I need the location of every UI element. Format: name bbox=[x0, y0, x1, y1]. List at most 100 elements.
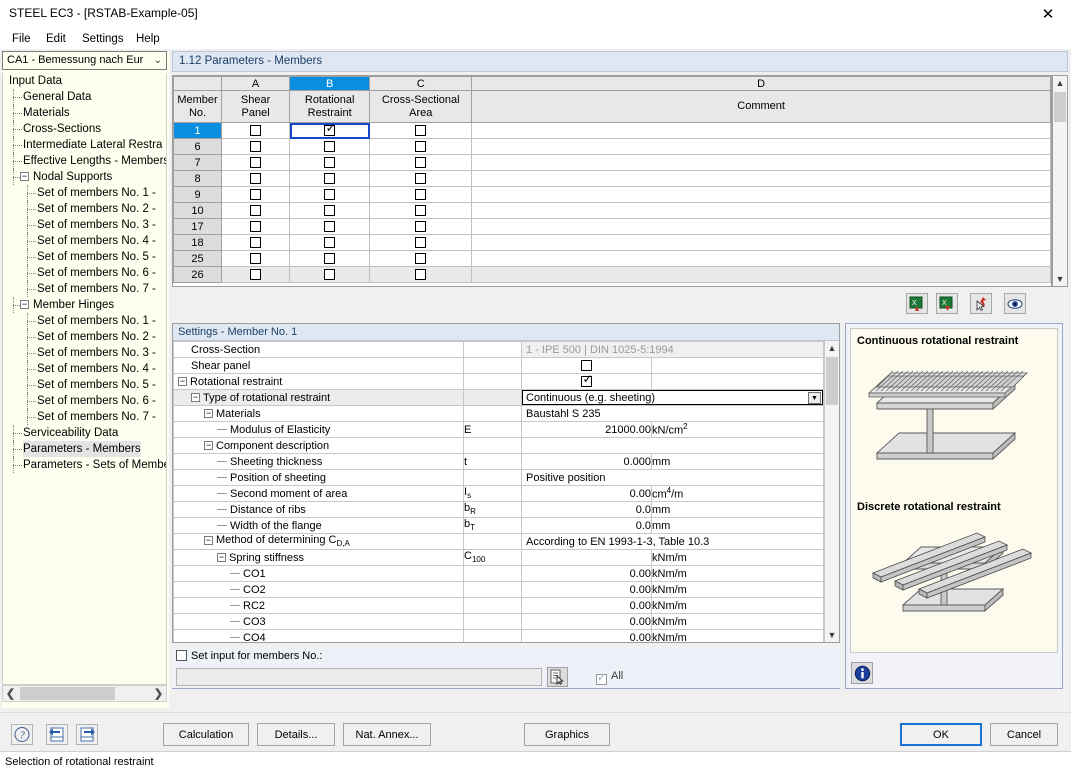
cell-rotational-restraint[interactable] bbox=[290, 235, 370, 251]
collapse-expander-icon[interactable]: − bbox=[217, 553, 226, 562]
cell-cross-sectional-area[interactable] bbox=[370, 123, 472, 139]
property-row[interactable]: CO10.00kNm/m bbox=[174, 566, 824, 582]
property-value-number[interactable]: 0.00 bbox=[522, 630, 652, 644]
property-value-checkbox[interactable] bbox=[522, 358, 652, 374]
checkbox[interactable] bbox=[250, 125, 261, 136]
export-to-excel-up-icon[interactable]: X bbox=[906, 293, 928, 314]
checkbox[interactable] bbox=[250, 205, 261, 216]
previous-dialog-icon[interactable] bbox=[46, 724, 68, 745]
scroll-right-icon[interactable]: ❯ bbox=[151, 686, 166, 701]
collapse-expander-icon[interactable]: − bbox=[204, 441, 213, 450]
cell-rotational-restraint[interactable] bbox=[290, 155, 370, 171]
table-row[interactable]: 7 bbox=[174, 155, 1051, 171]
tree-item[interactable]: Set of members No. 1 - bbox=[3, 185, 166, 201]
collapse-expander-icon[interactable]: − bbox=[191, 393, 200, 402]
cell-comment[interactable] bbox=[472, 187, 1051, 203]
details-button[interactable]: Details... bbox=[257, 723, 335, 746]
column-letter-a[interactable]: A bbox=[222, 77, 290, 91]
table-row[interactable]: 6 bbox=[174, 139, 1051, 155]
property-row[interactable]: Modulus of ElasticityE21000.00kN/cm2 bbox=[174, 422, 824, 438]
cell-comment[interactable] bbox=[472, 171, 1051, 187]
tree-item[interactable]: Set of members No. 2 - bbox=[3, 329, 166, 345]
cell-comment[interactable] bbox=[472, 219, 1051, 235]
checkbox[interactable] bbox=[415, 157, 426, 168]
cell-comment[interactable] bbox=[472, 267, 1051, 283]
collapse-expander-icon[interactable]: − bbox=[178, 377, 187, 386]
members-no-input[interactable] bbox=[176, 668, 542, 686]
property-row[interactable]: CO20.00kNm/m bbox=[174, 582, 824, 598]
row-header-member-no[interactable]: 7 bbox=[174, 155, 222, 171]
checkbox[interactable] bbox=[415, 173, 426, 184]
checkbox[interactable] bbox=[324, 221, 335, 232]
tree-item[interactable]: Set of members No. 4 - bbox=[3, 233, 166, 249]
tree-item[interactable]: Set of members No. 6 - bbox=[3, 265, 166, 281]
cell-rotational-restraint[interactable] bbox=[290, 171, 370, 187]
close-icon[interactable]: ✕ bbox=[1025, 0, 1071, 28]
property-row[interactable]: −Method of determining CD,AAccording to … bbox=[174, 534, 824, 550]
cell-cross-sectional-area[interactable] bbox=[370, 171, 472, 187]
cancel-button[interactable]: Cancel bbox=[990, 723, 1058, 746]
tree-item[interactable]: Set of members No. 7 - bbox=[3, 409, 166, 425]
property-value-text[interactable]: Baustahl S 235 bbox=[522, 406, 824, 422]
property-value-number[interactable]: 0.00 bbox=[522, 486, 652, 502]
collapse-expander-icon[interactable]: − bbox=[204, 409, 213, 418]
pick-members-icon[interactable] bbox=[547, 667, 568, 687]
checkbox[interactable] bbox=[250, 221, 261, 232]
checkbox[interactable] bbox=[250, 173, 261, 184]
cell-shear-panel[interactable] bbox=[222, 235, 290, 251]
property-value-text[interactable]: Positive position bbox=[522, 470, 824, 486]
tree-item[interactable]: Set of members No. 5 - bbox=[3, 249, 166, 265]
checkbox[interactable] bbox=[324, 253, 335, 264]
property-row[interactable]: −Component description bbox=[174, 438, 824, 454]
tree-item[interactable]: Input Data bbox=[3, 73, 166, 89]
property-row[interactable]: −Spring stiffnessC100kNm/m bbox=[174, 550, 824, 566]
property-row[interactable]: Second moment of areaIs0.00cm4/m bbox=[174, 486, 824, 502]
property-value-number[interactable]: 0.00 bbox=[522, 598, 652, 614]
info-icon[interactable] bbox=[851, 662, 873, 684]
cell-rotational-restraint[interactable] bbox=[290, 251, 370, 267]
cell-comment[interactable] bbox=[472, 123, 1051, 139]
tree-item[interactable]: Cross-Sections bbox=[3, 121, 166, 137]
property-row[interactable]: Width of the flangebT0.0mm bbox=[174, 518, 824, 534]
navigator-hscrollbar[interactable]: ❮ ❯ bbox=[2, 685, 167, 702]
next-dialog-icon[interactable] bbox=[76, 724, 98, 745]
scroll-up-icon[interactable]: ▲ bbox=[1053, 76, 1067, 90]
members-table[interactable]: A B C D Member No. Shear bbox=[172, 75, 1052, 287]
design-case-combobox[interactable]: CA1 - Bemessung nach Euro ⌄ bbox=[2, 51, 167, 70]
property-row[interactable]: Sheeting thicknesst0.000mm bbox=[174, 454, 824, 470]
tree-item[interactable]: General Data bbox=[3, 89, 166, 105]
property-value-number[interactable]: 0.000 bbox=[522, 454, 652, 470]
cell-rotational-restraint[interactable] bbox=[290, 219, 370, 235]
cell-cross-sectional-area[interactable] bbox=[370, 139, 472, 155]
nat-annex-button[interactable]: Nat. Annex... bbox=[343, 723, 431, 746]
collapse-expander-icon[interactable]: − bbox=[204, 536, 213, 545]
checkbox[interactable] bbox=[324, 269, 335, 280]
cell-shear-panel[interactable] bbox=[222, 155, 290, 171]
cell-cross-sectional-area[interactable] bbox=[370, 267, 472, 283]
set-input-checkbox-row[interactable]: Set input for members No.: bbox=[176, 650, 322, 662]
tree-item[interactable]: Serviceability Data bbox=[3, 425, 166, 441]
all-checkbox[interactable] bbox=[596, 674, 607, 685]
tree-item[interactable]: Set of members No. 3 - bbox=[3, 217, 166, 233]
cell-rotational-restraint[interactable] bbox=[290, 267, 370, 283]
property-value-number[interactable]: 0.0 bbox=[522, 518, 652, 534]
settings-scroll-down-icon[interactable]: ▼ bbox=[825, 628, 839, 642]
checkbox[interactable] bbox=[250, 189, 261, 200]
column-letter-c[interactable]: C bbox=[370, 77, 472, 91]
ok-button[interactable]: OK bbox=[900, 723, 982, 746]
row-header-member-no[interactable]: 9 bbox=[174, 187, 222, 203]
checkbox[interactable] bbox=[250, 269, 261, 280]
checkbox[interactable] bbox=[324, 173, 335, 184]
property-row[interactable]: CO30.00kNm/m bbox=[174, 614, 824, 630]
tree-item[interactable]: Set of members No. 7 - bbox=[3, 281, 166, 297]
checkbox[interactable] bbox=[415, 205, 426, 216]
row-header-member-no[interactable]: 17 bbox=[174, 219, 222, 235]
property-value-number[interactable]: 21000.00 bbox=[522, 422, 652, 438]
property-row[interactable]: Cross-Section1 - IPE 500 | DIN 1025-5:19… bbox=[174, 342, 824, 358]
checkbox[interactable] bbox=[324, 237, 335, 248]
cell-cross-sectional-area[interactable] bbox=[370, 235, 472, 251]
cell-rotational-restraint[interactable] bbox=[290, 123, 370, 139]
cell-comment[interactable] bbox=[472, 203, 1051, 219]
property-row[interactable]: −Type of rotational restraintContinuous … bbox=[174, 390, 824, 406]
hscroll-thumb[interactable] bbox=[20, 687, 115, 700]
